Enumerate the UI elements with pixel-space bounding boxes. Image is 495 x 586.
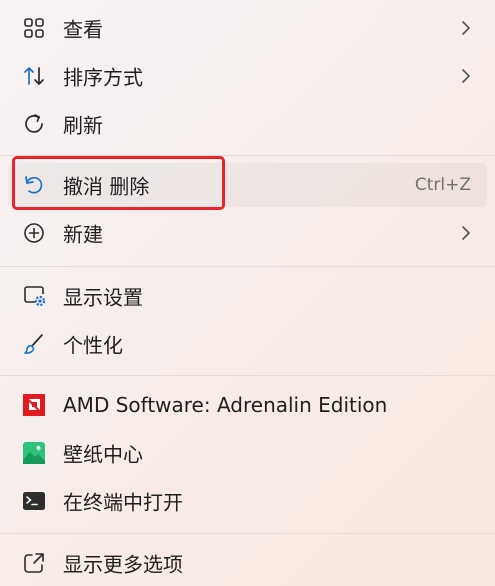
chevron-right-icon (459, 67, 473, 85)
menu-item-amd-software[interactable]: AMD Software: Adrenalin Edition (8, 383, 487, 427)
context-menu: 查看 排序方式 刷新 撤消 删除 Ctrl+Z 新建 显示设置 个性化 AMD … (0, 0, 495, 586)
amd-logo-icon (21, 392, 47, 418)
menu-item-open-in-terminal[interactable]: 在终端中打开 (8, 479, 487, 523)
menu-item-view[interactable]: 查看 (8, 6, 487, 50)
menu-item-label: AMD Software: Adrenalin Edition (63, 393, 388, 417)
menu-item-wallpaper-center[interactable]: 壁纸中心 (8, 431, 487, 475)
chevron-right-icon (459, 19, 473, 37)
terminal-icon (21, 488, 47, 514)
menu-separator (0, 266, 495, 267)
display-settings-icon (21, 283, 47, 309)
menu-item-label: 个性化 (63, 333, 123, 358)
shortcut-text: Ctrl+Z (414, 175, 471, 195)
menu-item-label: 显示设置 (63, 285, 143, 310)
menu-item-label: 显示更多选项 (63, 552, 183, 577)
menu-item-label: 在终端中打开 (63, 490, 183, 515)
highlight-box (12, 156, 225, 210)
menu-item-label: 排序方式 (63, 65, 143, 90)
menu-item-label: 查看 (63, 17, 103, 42)
chevron-right-icon (459, 224, 473, 242)
grid-view-icon (21, 15, 47, 41)
wallpaper-center-icon (21, 440, 47, 466)
refresh-icon (21, 111, 47, 137)
menu-item-new[interactable]: 新建 (8, 211, 487, 255)
menu-item-display-settings[interactable]: 显示设置 (8, 274, 487, 318)
menu-separator (0, 533, 495, 534)
menu-item-label: 壁纸中心 (63, 442, 143, 467)
add-circle-icon (21, 220, 47, 246)
menu-item-refresh[interactable]: 刷新 (8, 102, 487, 146)
menu-item-personalize[interactable]: 个性化 (8, 322, 487, 366)
menu-item-label: 新建 (63, 222, 103, 247)
menu-item-show-more-options[interactable]: 显示更多选项 (8, 541, 487, 585)
sort-arrows-icon (21, 63, 47, 89)
menu-separator (0, 375, 495, 376)
menu-item-sort-by[interactable]: 排序方式 (8, 54, 487, 98)
open-external-icon (21, 550, 47, 576)
menu-item-label: 刷新 (63, 113, 103, 138)
brush-icon (21, 331, 47, 357)
